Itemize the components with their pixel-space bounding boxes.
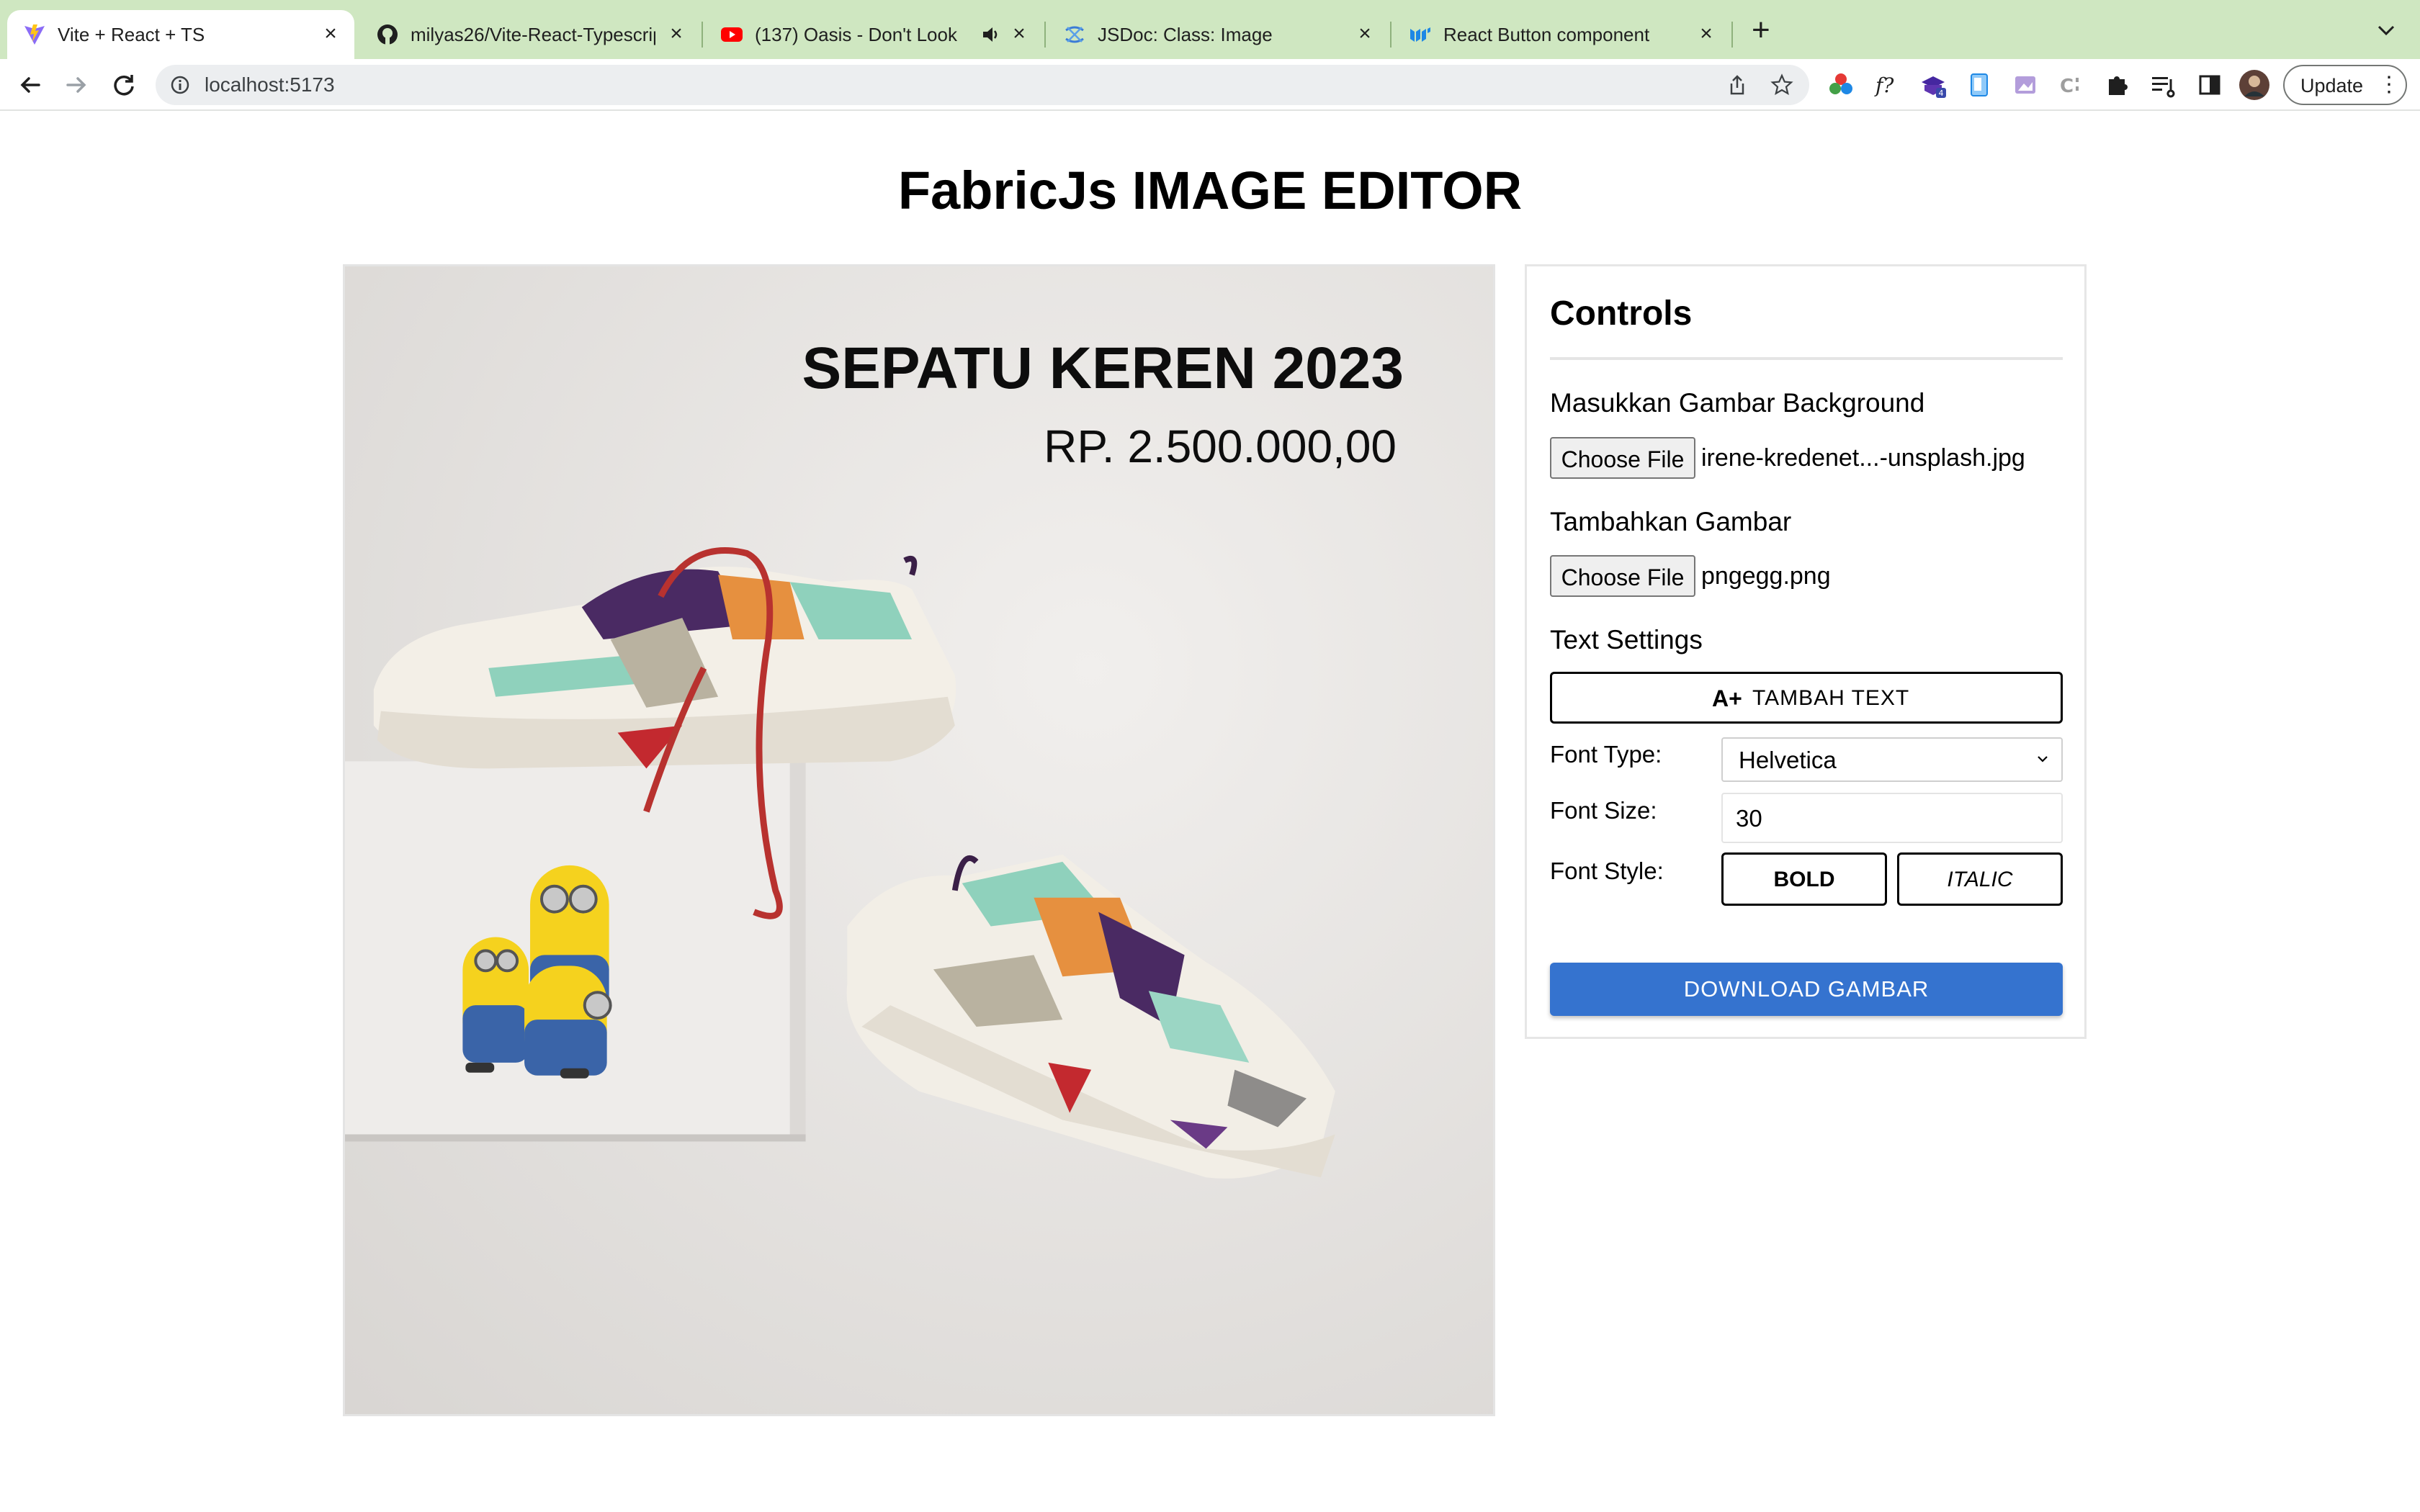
close-tab-icon[interactable]: × xyxy=(1007,22,1031,46)
close-tab-icon[interactable]: × xyxy=(318,22,343,46)
speaker-icon[interactable] xyxy=(981,24,1001,45)
tab-title: Vite + React + TS xyxy=(58,24,205,45)
add-text-button-label: TAMBAH TEXT xyxy=(1752,686,1910,710)
back-icon[interactable] xyxy=(14,69,46,101)
vite-icon xyxy=(24,24,45,45)
controls-title: Controls xyxy=(1550,294,1693,333)
mui-icon xyxy=(1410,27,1430,42)
svg-text:4: 4 xyxy=(1939,89,1944,98)
new-tab-button[interactable]: + xyxy=(1752,14,1770,46)
share-icon[interactable] xyxy=(1726,73,1749,96)
tab-mui[interactable]: React Button component - Mat × xyxy=(1393,10,1729,59)
github-icon xyxy=(377,24,398,45)
browser-toolbar: localhost:5173 f? 4 C Update ⋮ xyxy=(0,59,2420,111)
close-tab-icon[interactable]: × xyxy=(1353,22,1377,46)
font-identifier-extension-icon[interactable]: f? xyxy=(1873,71,1901,99)
download-button[interactable]: DOWNLOAD GAMBAR xyxy=(1550,963,2063,1016)
tab-title: (137) Oasis - Don't Look B xyxy=(755,24,961,45)
menu-kebab-icon[interactable]: ⋮ xyxy=(2378,73,2400,96)
background-file-name: irene-kredenet...-unsplash.jpg xyxy=(1701,444,2025,472)
tab-vite[interactable]: Vite + React + TS × xyxy=(7,10,354,59)
update-label: Update xyxy=(2300,75,2364,96)
avatar[interactable] xyxy=(2238,69,2270,101)
font-size-input[interactable]: 30 xyxy=(1721,793,2063,843)
bold-button[interactable]: BOLD xyxy=(1721,852,1887,906)
svg-text:f?: f? xyxy=(1874,73,1894,97)
extensions-puzzle-icon[interactable] xyxy=(2103,71,2132,99)
download-button-label: DOWNLOAD GAMBAR xyxy=(1683,976,1930,1002)
font-size-label: Font Size: xyxy=(1550,797,1657,824)
site-info-icon[interactable] xyxy=(170,75,190,95)
close-tab-icon[interactable]: × xyxy=(1694,22,1718,46)
tab-youtube[interactable]: (137) Oasis - Don't Look B × xyxy=(704,10,1041,59)
font-size-value: 30 xyxy=(1736,805,1762,832)
tab-github[interactable]: milyas26/Vite-React-Typescrip × xyxy=(360,10,699,59)
side-panel-icon[interactable] xyxy=(2195,71,2224,99)
font-type-select[interactable]: Helvetica xyxy=(1721,737,2063,782)
tab-separator xyxy=(702,22,703,48)
font-type-label: Font Type: xyxy=(1550,741,1662,768)
editor-canvas[interactable]: SEPATU KEREN 2023 RP. 2.500.000,00 xyxy=(343,264,1495,1416)
controls-panel: Controls Masukkan Gambar Background Choo… xyxy=(1525,264,2087,1039)
italic-button[interactable]: ITALIC xyxy=(1897,852,2063,906)
youtube-icon xyxy=(721,27,743,42)
browser-chrome: Vite + React + TS × milyas26/Vite-React-… xyxy=(0,0,2420,111)
svg-text:C: C xyxy=(2060,76,2074,97)
canvas-price-text[interactable]: RP. 2.500.000,00 xyxy=(1044,419,1397,474)
tab-strip: Vite + React + TS × milyas26/Vite-React-… xyxy=(0,0,2420,59)
text-settings-label: Text Settings xyxy=(1550,625,1703,654)
page-title: FabricJs IMAGE EDITOR xyxy=(897,161,1523,220)
fabric-icon xyxy=(1065,26,1084,43)
forward-icon[interactable] xyxy=(60,69,92,101)
bold-button-label: BOLD xyxy=(1773,868,1835,891)
chevron-down-icon xyxy=(2038,756,2048,762)
canvas-heading-text[interactable]: SEPATU KEREN 2023 xyxy=(802,334,1404,403)
controls-divider xyxy=(1550,357,2063,360)
clipboard-extension-icon[interactable] xyxy=(1965,71,1994,99)
add-text-icon: A+ xyxy=(1712,685,1742,711)
add-image-file-button-label: Choose File xyxy=(1561,564,1685,590)
reload-icon[interactable] xyxy=(108,69,140,101)
tab-separator xyxy=(1044,22,1046,48)
font-type-value: Helvetica xyxy=(1739,747,1837,773)
screenshot-extension-icon[interactable] xyxy=(2011,71,2040,99)
add-image-label: Tambahkan Gambar xyxy=(1550,507,1792,536)
bookmark-star-icon[interactable] xyxy=(1770,73,1793,96)
tab-search-chevron-icon[interactable] xyxy=(2377,24,2396,36)
tab-title: React Button component - Mat xyxy=(1443,24,1649,45)
update-button[interactable]: Update ⋮ xyxy=(2283,65,2407,105)
add-image-file-button[interactable]: Choose File xyxy=(1550,555,1695,597)
tab-separator xyxy=(1731,22,1733,48)
address-bar[interactable]: localhost:5173 xyxy=(156,65,1809,105)
tab-title: milyas26/Vite-React-Typescrip xyxy=(411,24,655,45)
color-picker-extension-icon[interactable] xyxy=(1827,71,1855,99)
css-extension-icon[interactable]: C xyxy=(2057,71,2086,99)
add-image-file-name: pngegg.png xyxy=(1701,562,1831,590)
font-style-label: Font Style: xyxy=(1550,858,1664,884)
tab-separator xyxy=(1390,22,1392,48)
tab-jsdoc[interactable]: JSDoc: Class: Image × xyxy=(1047,10,1387,59)
background-label: Masukkan Gambar Background xyxy=(1550,388,1925,418)
background-file-button[interactable]: Choose File xyxy=(1550,437,1695,479)
add-text-button[interactable]: A+ TAMBAH TEXT xyxy=(1550,672,2063,724)
tab-title: JSDoc: Class: Image xyxy=(1098,24,1273,45)
url-text: localhost:5173 xyxy=(205,73,335,96)
italic-button-label: ITALIC xyxy=(1947,868,2013,891)
reading-list-icon[interactable] xyxy=(2149,71,2178,99)
extension-badge-icon[interactable]: 4 xyxy=(1919,71,1948,99)
background-file-button-label: Choose File xyxy=(1561,446,1685,472)
close-tab-icon[interactable]: × xyxy=(664,22,689,46)
